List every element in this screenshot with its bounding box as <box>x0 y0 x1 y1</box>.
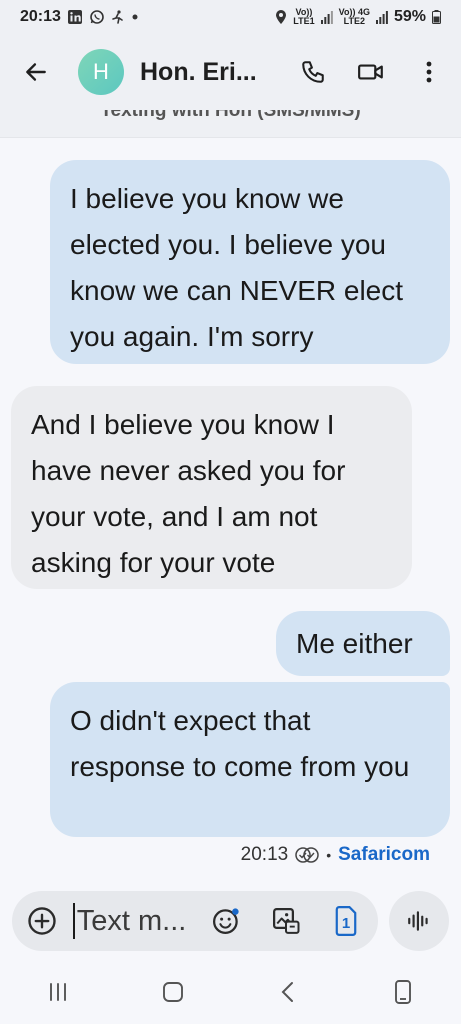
home-icon <box>162 982 183 1002</box>
avatar-letter: H <box>93 59 109 84</box>
text-caret <box>72 903 75 939</box>
emoji-button[interactable] <box>206 901 246 941</box>
signal-sim1-icon <box>320 10 333 24</box>
status-time: 20:13 <box>20 8 61 25</box>
conversation-header: H Hon. Eri... <box>0 34 461 110</box>
meta-separator: • <box>326 847 332 863</box>
battery-icon <box>432 10 441 24</box>
delivered-icon <box>295 846 319 864</box>
whatsapp-icon <box>89 9 105 25</box>
recent-apps-button[interactable] <box>38 972 78 1012</box>
more-vert-icon <box>426 61 432 83</box>
home-button[interactable] <box>153 972 193 1012</box>
phone-rotate-icon <box>395 980 412 1004</box>
recent-apps-icon <box>49 983 66 1001</box>
message-time: 20:13 <box>240 844 289 865</box>
activity-icon <box>111 9 125 25</box>
sim1-network: Vo)) LTE1 <box>293 8 314 26</box>
message-status: 20:13 • Safaricom <box>241 844 430 866</box>
sim2-label: LTE2 <box>343 16 365 26</box>
message-bubble-incoming[interactable]: And I believe you know I have never aske… <box>11 386 412 589</box>
sim1-label: LTE1 <box>293 16 315 26</box>
chevron-left-icon <box>281 982 294 1002</box>
gallery-button[interactable] <box>266 901 306 941</box>
add-circle-icon <box>28 907 57 935</box>
linkedin-icon <box>67 9 83 25</box>
message-input-placeholder: Text m... <box>76 904 187 937</box>
contact-name[interactable]: Hon. Eri... <box>140 58 257 87</box>
back-arrow-icon <box>26 63 46 81</box>
nav-back-button[interactable] <box>268 972 308 1012</box>
voice-message-button[interactable] <box>389 891 449 951</box>
message-input[interactable]: Text m... <box>72 903 206 939</box>
message-bubble-outgoing[interactable]: O didn't expect that response to come fr… <box>50 682 450 837</box>
attach-button[interactable] <box>24 901 61 941</box>
subtitle-text: Texting with Hon (SMS/MMS) <box>100 110 361 121</box>
call-button[interactable] <box>293 52 333 92</box>
contact-avatar[interactable]: H <box>78 49 124 95</box>
status-bar: 20:13 Vo)) LTE1 Vo)) 4G LTE2 59% <box>0 0 461 34</box>
sim-number: 1 <box>342 915 350 932</box>
system-nav-bar <box>0 960 461 1024</box>
message-bubble-outgoing[interactable]: I believe you know we elected you. I bel… <box>50 160 450 364</box>
message-bubble-outgoing[interactable]: Me either <box>276 611 450 676</box>
sim-select-button[interactable]: 1 <box>326 901 366 941</box>
sim2-network: Vo)) 4G LTE2 <box>339 8 370 26</box>
location-icon <box>275 9 287 25</box>
emoji-icon <box>213 908 239 934</box>
video-camera-icon <box>358 64 383 80</box>
rotate-button[interactable] <box>383 972 423 1012</box>
carrier-label: Safaricom <box>338 844 430 865</box>
more-options-button[interactable] <box>409 52 449 92</box>
phone-icon <box>302 61 324 83</box>
signal-sim2-icon <box>375 10 388 24</box>
conversation-subtitle: Texting with Hon (SMS/MMS) <box>0 110 461 138</box>
battery-percent: 59% <box>393 8 426 25</box>
back-button[interactable] <box>12 48 60 96</box>
image-attach-icon <box>273 908 300 934</box>
video-call-button[interactable] <box>351 52 391 92</box>
compose-bar: Text m... 1 <box>12 891 378 951</box>
sim-card-icon: 1 <box>335 906 357 936</box>
waveform-icon <box>408 911 428 931</box>
more-notifications-icon <box>131 13 139 21</box>
